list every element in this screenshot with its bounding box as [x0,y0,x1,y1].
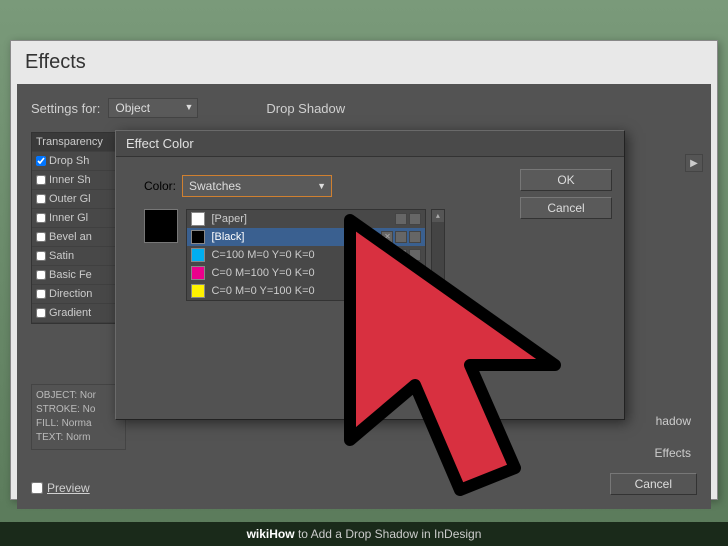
effects-list-item[interactable]: Direction [32,285,125,304]
effects-dialog-title: Effects [11,41,717,84]
object-info-box: OBJECT: Nor STROKE: No FILL: Norma TEXT:… [31,384,126,450]
swatch-chip [191,266,205,280]
effect-color-title: Effect Color [116,131,624,157]
section-label: Drop Shadow [266,101,345,116]
ok-button[interactable]: OK [520,169,612,191]
object-info-line: TEXT: Norm [36,431,121,445]
scroll-up-icon[interactable]: ▴ [432,210,444,222]
effects-list-item[interactable]: Inner Gl [32,209,125,228]
swatch-icons [395,285,421,297]
color-label: Color: [144,179,176,193]
effects-list-item[interactable]: Basic Fe [32,266,125,285]
effects-list-item[interactable]: Bevel an [32,228,125,247]
color-dialog-buttons: OK Cancel [520,169,612,219]
effect-checkbox[interactable] [36,251,46,261]
effects-list-item[interactable]: Satin [32,247,125,266]
swatch-chip [191,248,205,262]
settings-for-select[interactable]: Object [108,98,198,118]
preview-row: Preview [31,481,90,495]
footer-brand: wikiHow [247,527,295,541]
effect-checkbox[interactable] [36,194,46,204]
registration-icon [395,231,407,243]
effects-list-header[interactable]: Transparency [32,133,125,152]
swatch-item-black[interactable]: [Black] ✕ [187,228,425,246]
effect-checkbox[interactable] [36,308,46,318]
swatch-chip [191,212,205,226]
footer-text: to Add a Drop Shadow in InDesign [295,527,482,541]
footer-caption: wikiHow to Add a Drop Shadow in InDesign [0,522,728,546]
effect-checkbox[interactable] [36,270,46,280]
right-labels: hadow Effects [655,414,691,478]
effect-checkbox[interactable] [36,175,46,185]
swatch-item-cyan[interactable]: C=100 M=0 Y=0 K=0 [187,246,425,264]
effect-checkbox[interactable] [36,213,46,223]
swatch-chip [191,284,205,298]
flyout-arrow-icon[interactable]: ▶ [685,154,703,172]
swatch-item-magenta[interactable]: C=0 M=100 Y=0 K=0 [187,264,425,282]
swatch-icons [395,267,421,279]
effects-list-item[interactable]: Gradient [32,304,125,323]
settings-row: Settings for: Object Drop Shadow [31,98,697,118]
none-icon: ✕ [381,231,393,243]
preview-label: Preview [47,481,90,495]
effects-list-item[interactable]: Outer Gl [32,190,125,209]
swatch-item-paper[interactable]: [Paper] [187,210,425,228]
object-info-line: STROKE: No [36,403,121,417]
cancel-button[interactable]: Cancel [610,473,697,495]
effect-checkbox[interactable] [36,232,46,242]
cancel-button[interactable]: Cancel [520,197,612,219]
swatch-scrollbar[interactable]: ▴ [431,209,445,313]
swatch-icons: ✕ [381,231,421,243]
swatch-icons [395,213,421,225]
swatch-item-yellow[interactable]: C=0 M=0 Y=100 K=0 [187,282,425,300]
object-info-line: OBJECT: Nor [36,389,121,403]
swatch-icons [395,249,421,261]
effects-list-item[interactable]: Drop Sh [32,152,125,171]
object-info-line: FILL: Norma [36,417,121,431]
effects-list-item[interactable]: Inner Sh [32,171,125,190]
color-mode-select[interactable]: Swatches [182,175,332,197]
effect-checkbox[interactable] [36,156,46,166]
effects-list: Transparency Drop Sh Inner Sh Outer Gl I… [31,132,126,324]
swatch-list: [Paper] [Black] ✕ C=100 M=0 Y=0 K=0 C=0 … [186,209,426,301]
swatch-chip [191,230,205,244]
cmyk-icon [409,231,421,243]
swatch-area: [Paper] [Black] ✕ C=100 M=0 Y=0 K=0 C=0 … [134,209,606,313]
swatch-preview [144,209,178,243]
effect-color-dialog: Effect Color Color: Swatches [Paper] [Bl… [115,130,625,420]
effect-color-body: Color: Swatches [Paper] [Black] ✕ C= [116,157,624,417]
settings-for-label: Settings for: [31,101,100,116]
effect-checkbox[interactable] [36,289,46,299]
preview-checkbox[interactable] [31,482,43,494]
